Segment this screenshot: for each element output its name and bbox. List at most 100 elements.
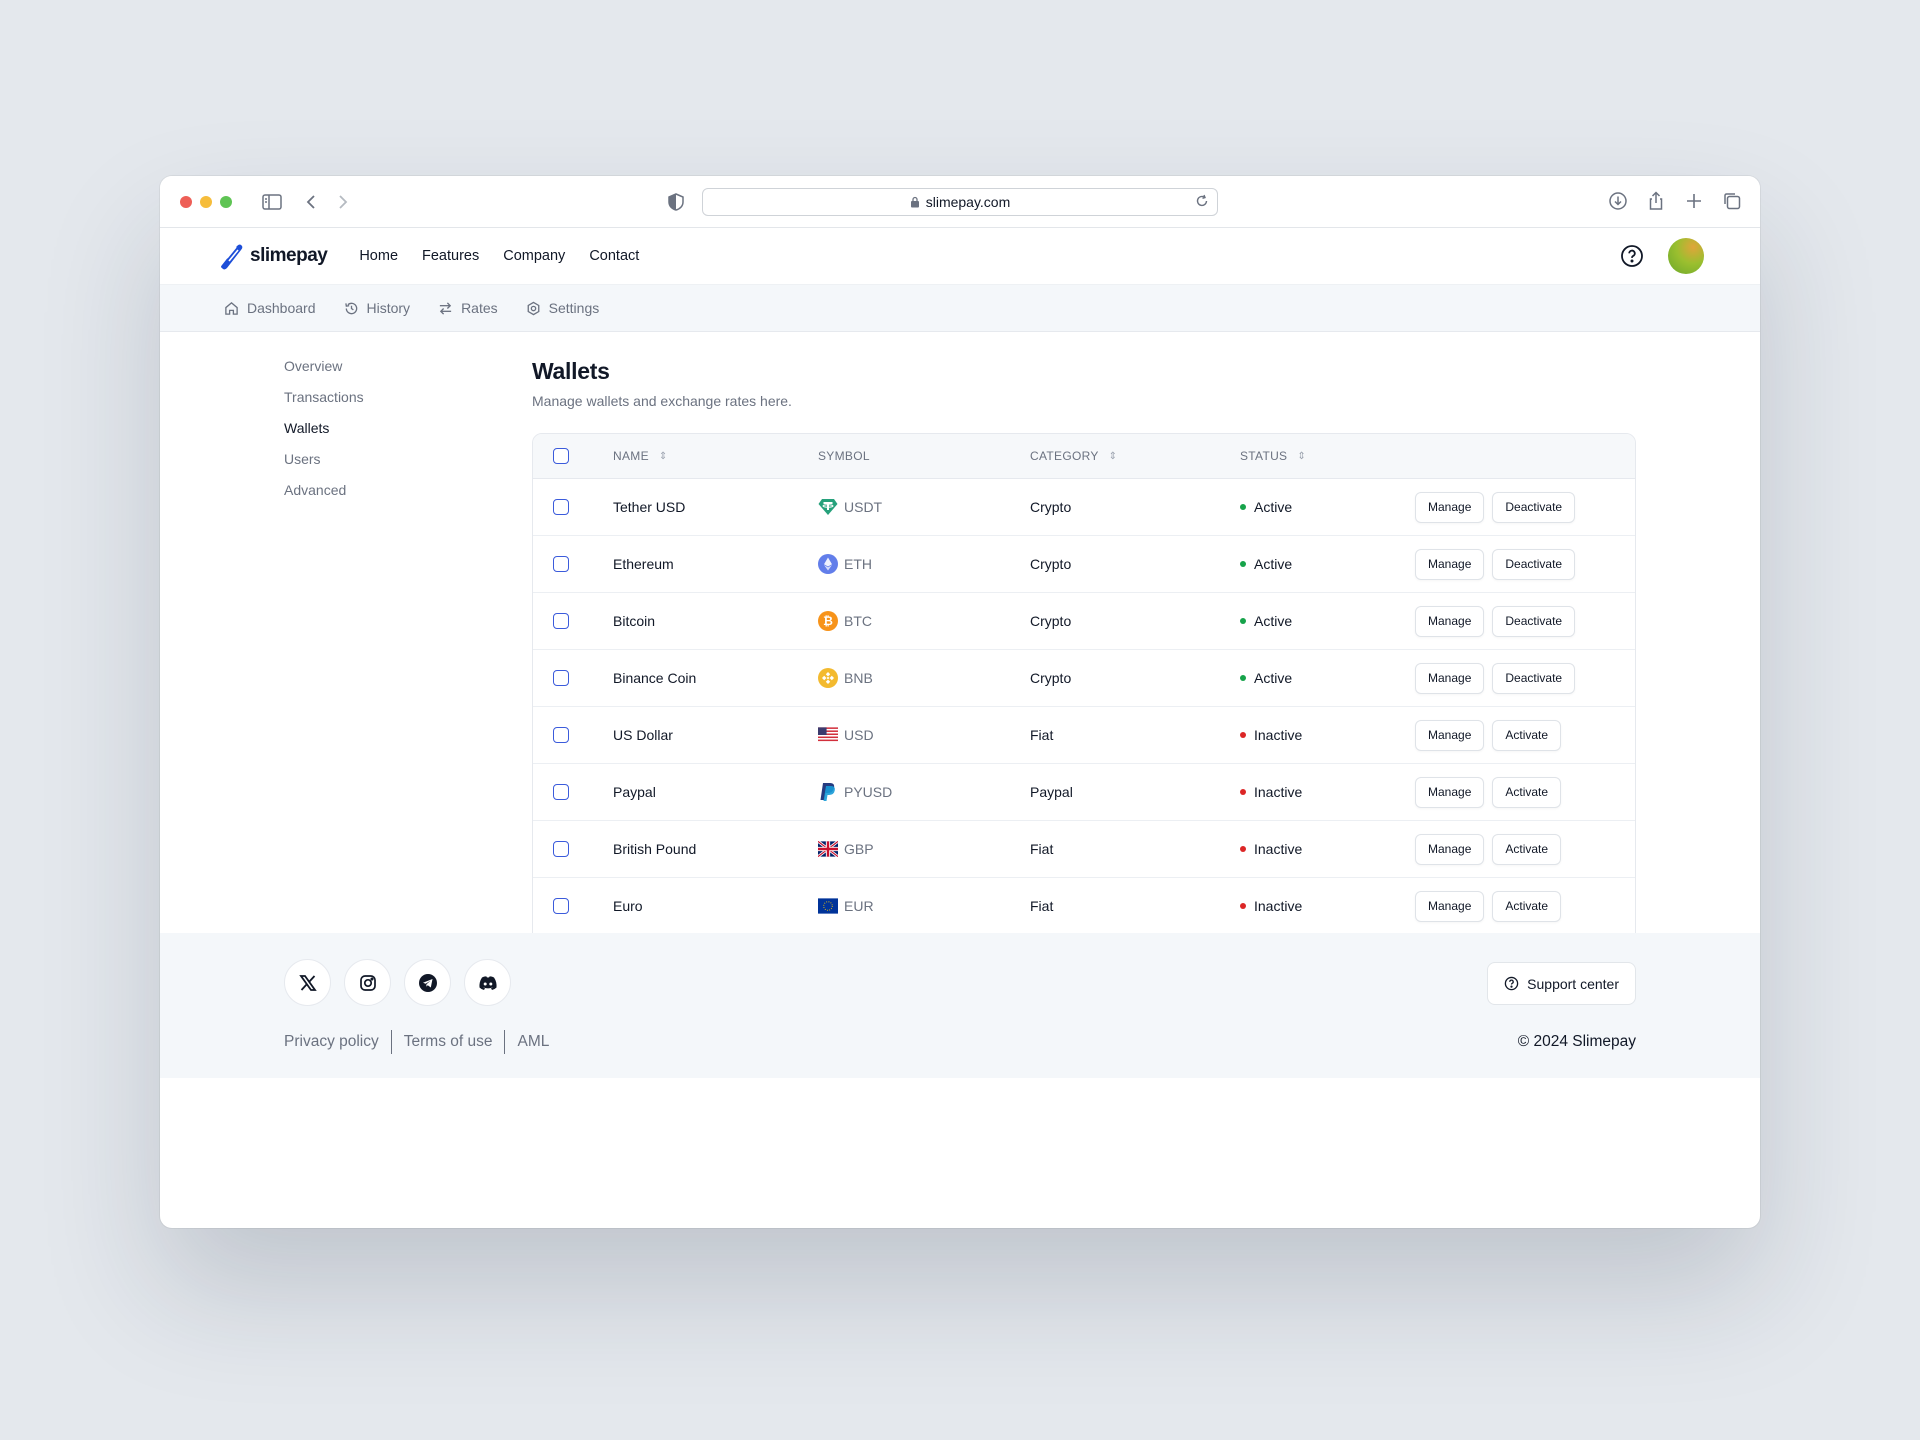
column-category-header[interactable]: CATEGORY ⇕: [1030, 449, 1117, 463]
row-checkbox[interactable]: [553, 784, 569, 800]
maximize-window-button[interactable]: [220, 195, 232, 208]
row-checkbox[interactable]: [553, 499, 569, 515]
status-dot: [1240, 675, 1246, 681]
sidebar-item-overview[interactable]: Overview: [284, 358, 364, 374]
deactivate-button[interactable]: Deactivate: [1492, 605, 1576, 637]
help-icon[interactable]: [1620, 244, 1644, 273]
wallet-symbol: USD: [844, 727, 874, 743]
sidebar-item-transactions[interactable]: Transactions: [284, 389, 364, 405]
aml-link[interactable]: AML: [517, 1033, 549, 1051]
minimize-window-button[interactable]: [200, 195, 212, 208]
x-icon[interactable]: [284, 959, 331, 1006]
sidebar-item-advanced[interactable]: Advanced: [284, 482, 364, 498]
row-checkbox[interactable]: [553, 727, 569, 743]
column-symbol-header: SYMBOL: [818, 449, 870, 463]
wallet-category: Crypto: [1030, 499, 1072, 515]
deactivate-button[interactable]: Deactivate: [1492, 491, 1576, 523]
support-center-button[interactable]: Support center: [1487, 962, 1636, 1005]
instagram-icon[interactable]: [344, 959, 391, 1006]
tabs-overview-icon[interactable]: [1722, 191, 1742, 216]
telegram-icon[interactable]: [404, 959, 451, 1006]
row-checkbox[interactable]: [553, 613, 569, 629]
manage-button[interactable]: Manage: [1415, 719, 1485, 751]
new-tab-icon[interactable]: [1684, 191, 1704, 216]
subnav-settings-label: Settings: [548, 300, 600, 316]
manage-button[interactable]: Manage: [1415, 662, 1485, 694]
sidebar-toggle-icon[interactable]: [262, 193, 282, 210]
manage-button[interactable]: Manage: [1415, 776, 1485, 808]
wallet-category: Fiat: [1030, 898, 1054, 914]
brand-logo[interactable]: slimepay: [218, 241, 328, 271]
wallets-main: Wallets Manage wallets and exchange rate…: [532, 358, 1636, 993]
sort-icon: ⇕: [658, 450, 668, 462]
deactivate-button[interactable]: Deactivate: [1492, 662, 1576, 694]
forward-icon[interactable]: [338, 194, 348, 210]
column-name-header[interactable]: NAME ⇕: [613, 449, 668, 463]
share-icon[interactable]: [1646, 191, 1666, 216]
subnav-history[interactable]: History: [344, 300, 411, 316]
manage-button[interactable]: Manage: [1415, 491, 1485, 523]
row-checkbox[interactable]: [553, 841, 569, 857]
privacy-shield-icon[interactable]: [668, 193, 684, 216]
wallet-category: Crypto: [1030, 670, 1072, 686]
terms-of-use-link[interactable]: Terms of use: [404, 1033, 493, 1051]
divider: [390, 1030, 392, 1054]
main-nav-links: Home Features Company Contact: [359, 248, 639, 264]
subnav-dashboard[interactable]: Dashboard: [224, 300, 316, 316]
wallet-symbol: BTC: [844, 613, 872, 629]
history-icon: [344, 302, 357, 314]
gear-icon: [527, 301, 540, 315]
activate-button[interactable]: Activate: [1492, 719, 1562, 751]
activate-button[interactable]: Activate: [1492, 890, 1562, 922]
column-status-header[interactable]: STATUS ⇕: [1240, 449, 1306, 463]
row-checkbox[interactable]: [553, 556, 569, 572]
manage-button[interactable]: Manage: [1415, 548, 1485, 580]
wallet-name: Bitcoin: [613, 613, 656, 629]
manage-button[interactable]: Manage: [1415, 605, 1485, 637]
privacy-policy-link[interactable]: Privacy policy: [284, 1033, 379, 1051]
select-all-checkbox[interactable]: [553, 448, 569, 464]
manage-button[interactable]: Manage: [1415, 890, 1485, 922]
copyright: © 2024 Slimepay: [1517, 1033, 1636, 1050]
top-navigation: slimepay Home Features Company Contact: [160, 228, 1760, 284]
wallet-name: British Pound: [613, 841, 697, 857]
wallet-name: Tether USD: [613, 499, 686, 515]
table-row: US Dollar USD Fiat Inactive Manage Activate: [533, 707, 1635, 764]
activate-button[interactable]: Activate: [1492, 776, 1562, 808]
nav-link-home[interactable]: Home: [359, 248, 398, 264]
wallet-symbol: PYUSD: [844, 784, 893, 800]
address-bar[interactable]: slimepay.com: [702, 188, 1218, 216]
uk-flag-icon: [818, 839, 838, 859]
back-icon[interactable]: [306, 194, 316, 210]
table-row: Paypal PYUSD Paypal Inactive Manage Activate: [533, 764, 1635, 821]
manage-button[interactable]: Manage: [1415, 833, 1485, 865]
table-row: Tether USD USDT Crypto Active Manage Deactiva…: [533, 479, 1635, 536]
reload-icon[interactable]: [1195, 194, 1209, 211]
deactivate-button[interactable]: Deactivate: [1492, 548, 1576, 580]
page-content: Overview Transactions Wallets Users Adva…: [160, 332, 1760, 1078]
nav-link-features[interactable]: Features: [422, 248, 479, 264]
subnav-rates[interactable]: Rates: [438, 300, 498, 316]
browser-actions: [1608, 191, 1742, 216]
wallet-symbol: ETH: [844, 556, 872, 572]
table-row: British Pound GBP Fiat Inactive Manage Activa…: [533, 821, 1635, 878]
subnav-settings[interactable]: Settings: [526, 300, 600, 316]
user-avatar[interactable]: [1668, 238, 1704, 274]
row-checkbox[interactable]: [553, 898, 569, 914]
nav-link-company[interactable]: Company: [503, 248, 565, 264]
sidebar-item-users[interactable]: Users: [284, 451, 364, 467]
table-row: Bitcoin ₿ BTC Crypto Active Manage Deactivate: [533, 593, 1635, 650]
wallet-category: Crypto: [1030, 613, 1072, 629]
download-icon[interactable]: [1608, 191, 1628, 216]
help-circle-icon: [1504, 976, 1519, 991]
sidebar-item-wallets[interactable]: Wallets: [284, 420, 364, 436]
discord-icon[interactable]: [464, 959, 511, 1006]
wallet-name: Ethereum: [613, 556, 674, 572]
close-window-button[interactable]: [180, 195, 192, 208]
eu-flag-icon: [818, 896, 838, 916]
table-body: Tether USD USDT Crypto Active Manage Deactiva…: [533, 479, 1635, 992]
row-checkbox[interactable]: [553, 670, 569, 686]
subnav-history-label: History: [366, 300, 411, 316]
nav-link-contact[interactable]: Contact: [589, 248, 639, 264]
activate-button[interactable]: Activate: [1492, 833, 1562, 865]
